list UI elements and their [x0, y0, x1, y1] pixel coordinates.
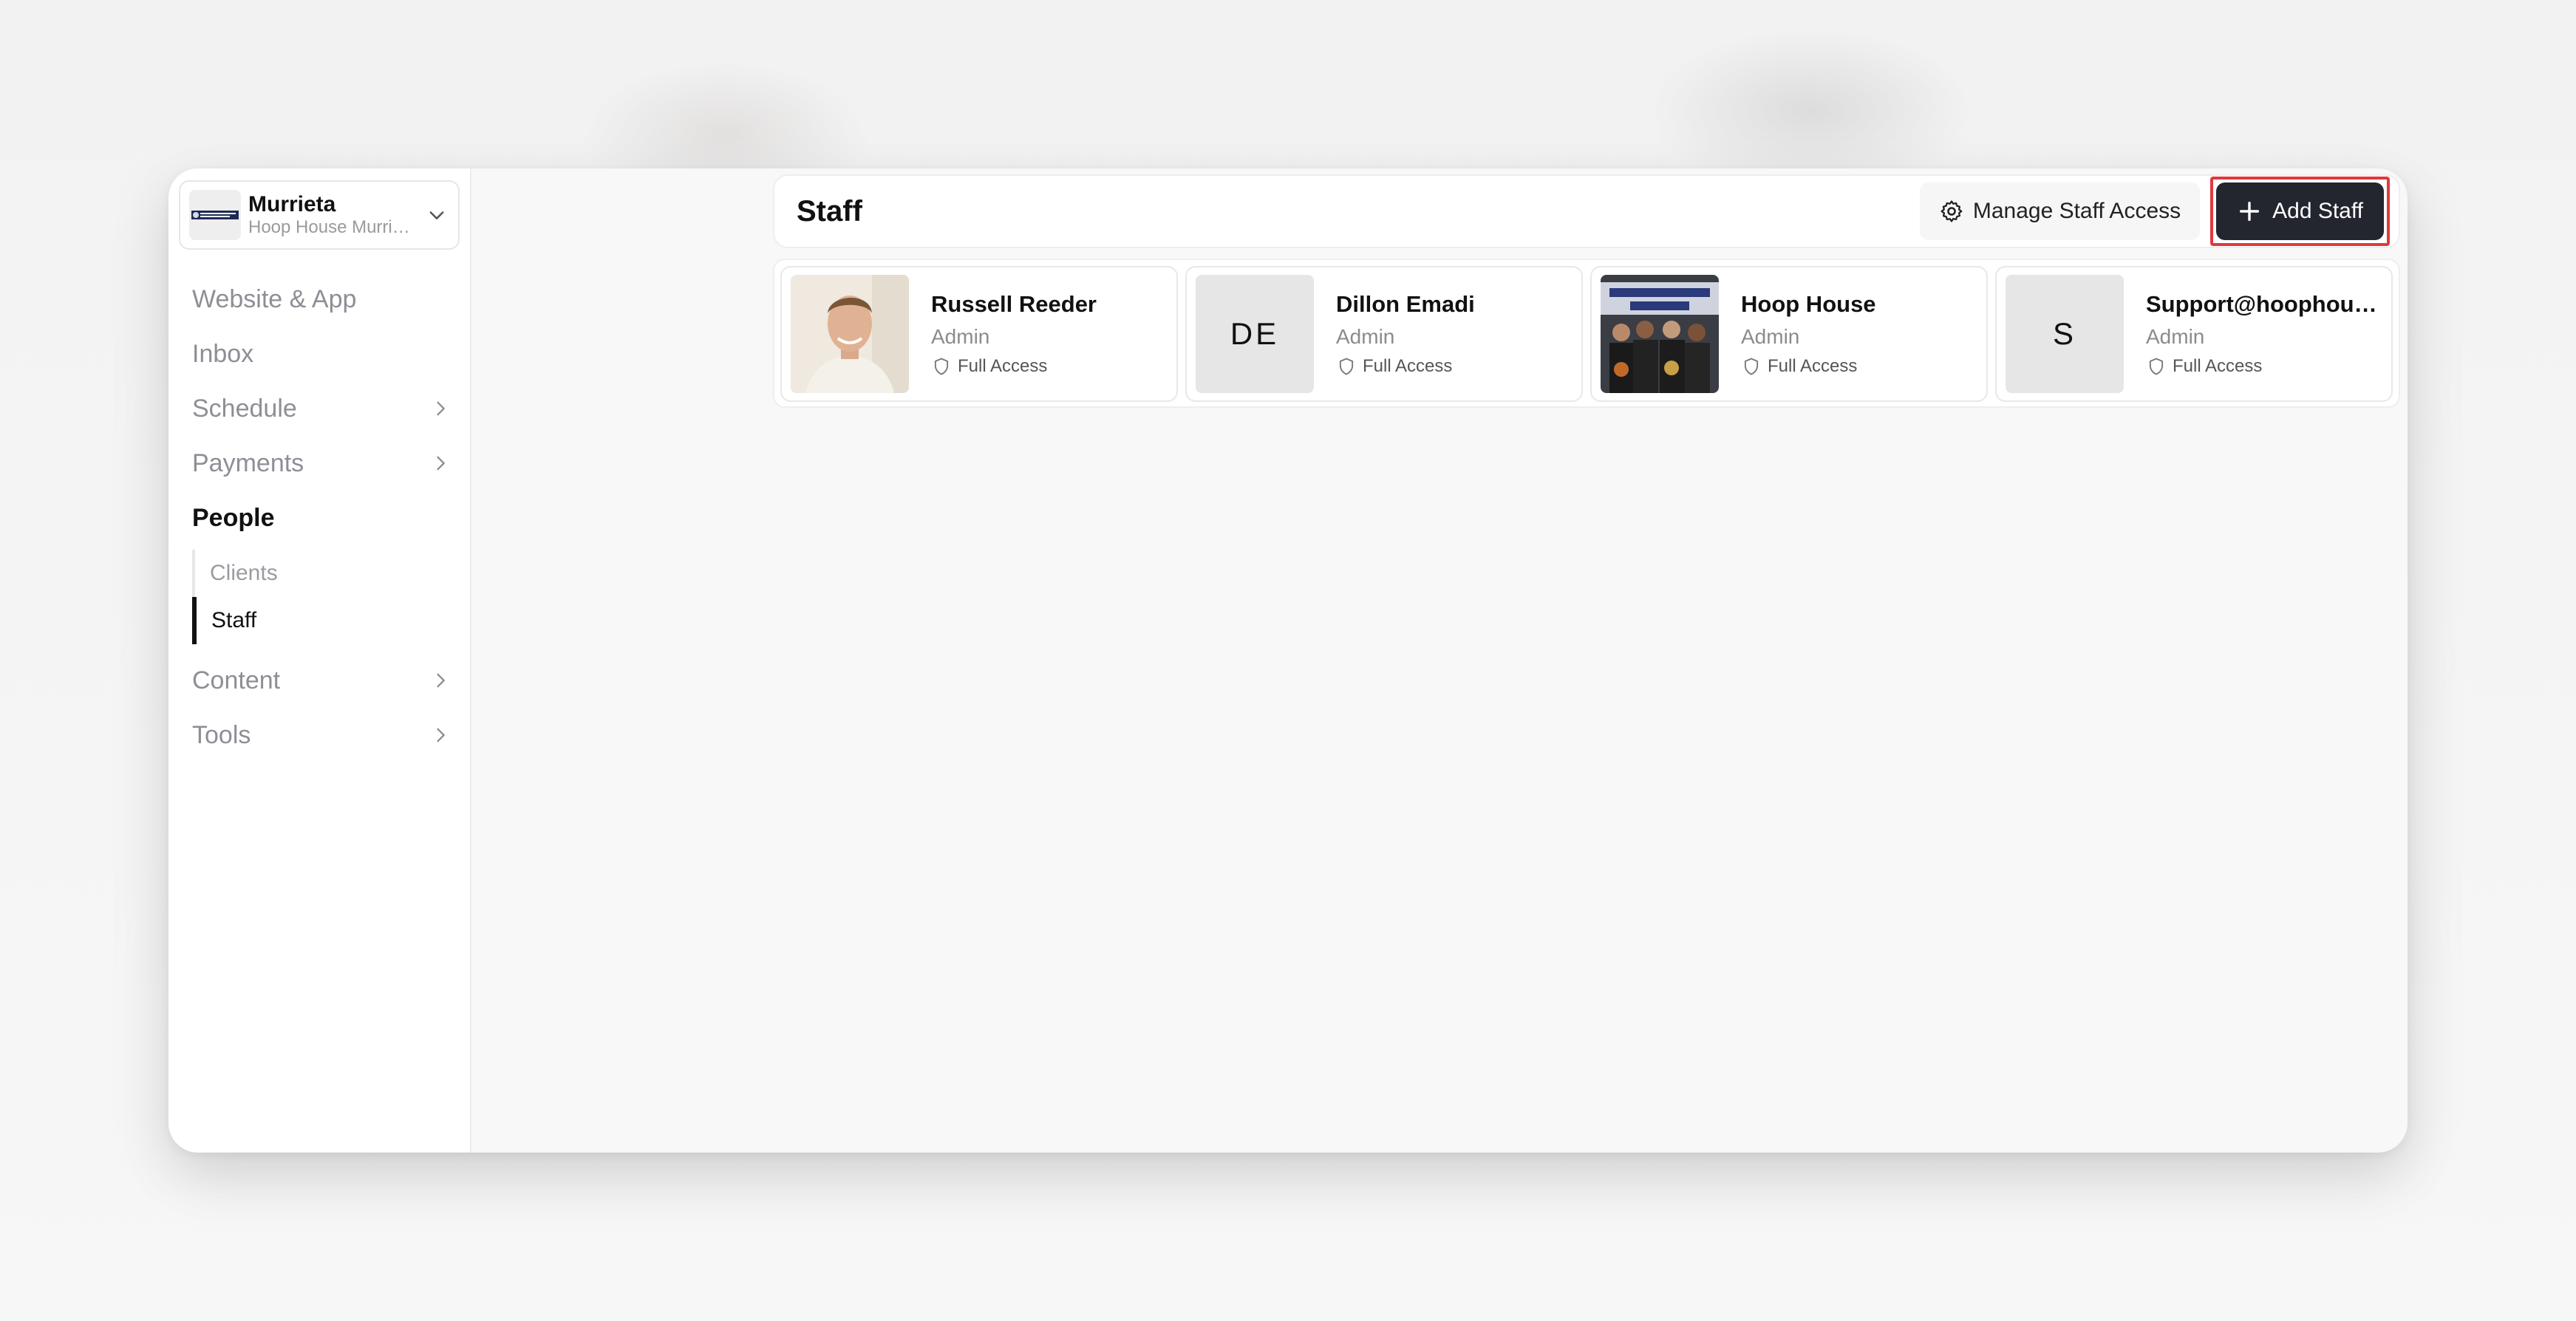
subnav-item-label: Clients	[210, 561, 278, 585]
avatar	[1601, 275, 1719, 393]
add-staff-highlight: Add Staff	[2210, 177, 2390, 246]
staff-name: Support@hoophouse...	[2146, 291, 2382, 317]
sidebar-item-content[interactable]: Content	[192, 653, 458, 708]
chevron-down-icon[interactable]	[424, 202, 449, 228]
staff-name: Dillon Emadi	[1336, 291, 1475, 317]
sidebar-item-label: Content	[192, 666, 281, 694]
page-header: Staff Manage Staff Access Add Staff	[773, 174, 2400, 248]
shield-icon	[2149, 358, 2164, 375]
staff-card[interactable]: S Support@hoophouse... Admin Full Access	[1995, 266, 2393, 402]
subnav-item-label: Staff	[211, 608, 257, 632]
sidebar-item-inbox[interactable]: Inbox	[192, 327, 458, 381]
subnav-item-clients[interactable]: Clients	[192, 550, 458, 597]
gear-icon	[1940, 200, 1963, 222]
staff-access: Full Access	[1741, 356, 1977, 377]
avatar-initials: DE	[1196, 275, 1314, 393]
sidebar: Murrieta Hoop House Murrieta Website & A…	[168, 168, 471, 1153]
workspace-logo	[189, 190, 241, 240]
staff-access-label: Full Access	[958, 356, 1048, 376]
page-title: Staff	[797, 194, 862, 228]
sidebar-item-label: Website & App	[192, 284, 357, 313]
sidebar-item-label: Payments	[192, 448, 304, 477]
staff-role: Admin	[2146, 325, 2205, 348]
shield-icon	[934, 358, 949, 375]
staff-card[interactable]: Russell Reeder Admin Full Access	[780, 266, 1178, 402]
add-staff-button[interactable]: Add Staff	[2216, 182, 2384, 240]
avatar-initials: S	[2006, 275, 2124, 393]
workspace-name: Murrieta	[248, 192, 336, 216]
sidebar-item-people[interactable]: People	[192, 491, 458, 545]
avatar	[791, 275, 909, 393]
staff-role: Admin	[931, 325, 990, 348]
sidebar-item-tools[interactable]: Tools	[192, 708, 458, 762]
sidebar-item-website-app[interactable]: Website & App	[192, 272, 458, 327]
workspace-switcher[interactable]: Murrieta Hoop House Murrieta	[179, 180, 460, 250]
sidebar-item-label: Schedule	[192, 394, 297, 423]
staff-card[interactable]: Hoop House Admin Full Access	[1590, 266, 1988, 402]
shield-icon	[1744, 358, 1759, 375]
manage-staff-access-button[interactable]: Manage Staff Access	[1919, 182, 2201, 240]
staff-access-label: Full Access	[1363, 356, 1453, 376]
staff-access: Full Access	[931, 356, 1168, 377]
sidebar-item-payments[interactable]: Payments	[192, 436, 458, 491]
workspace-subtitle: Hoop House Murrieta	[248, 217, 411, 237]
sidebar-item-label: Tools	[192, 720, 251, 749]
chevron-right-icon	[437, 728, 445, 743]
manage-staff-access-label: Manage Staff Access	[1972, 199, 2181, 223]
staff-access: Full Access	[2146, 356, 2382, 377]
staff-access: Full Access	[1336, 356, 1572, 377]
staff-name: Hoop House	[1741, 291, 1876, 317]
plus-icon	[2240, 201, 2260, 222]
chevron-right-icon	[437, 673, 445, 688]
staff-card[interactable]: DE Dillon Emadi Admin Full Access	[1185, 266, 1583, 402]
chevron-right-icon	[437, 456, 445, 471]
staff-list: Russell Reeder Admin Full Access DE Dill…	[773, 259, 2400, 408]
sidebar-nav: Website & App Inbox Schedule Payments Pe…	[192, 272, 458, 762]
shield-icon	[1339, 358, 1354, 375]
add-staff-label: Add Staff	[2272, 199, 2363, 223]
chevron-right-icon	[437, 401, 445, 416]
sidebar-item-schedule[interactable]: Schedule	[192, 381, 458, 436]
sidebar-item-label: People	[192, 503, 275, 532]
app-window: Murrieta Hoop House Murrieta Website & A…	[168, 168, 2408, 1153]
staff-name: Russell Reeder	[931, 291, 1097, 317]
staff-role: Admin	[1336, 325, 1395, 348]
people-subnav: Clients Staff	[192, 550, 458, 644]
subnav-item-staff[interactable]: Staff	[192, 597, 458, 644]
staff-role: Admin	[1741, 325, 1800, 348]
staff-access-label: Full Access	[1768, 356, 1858, 376]
staff-access-label: Full Access	[2173, 356, 2263, 376]
sidebar-item-label: Inbox	[192, 339, 254, 368]
